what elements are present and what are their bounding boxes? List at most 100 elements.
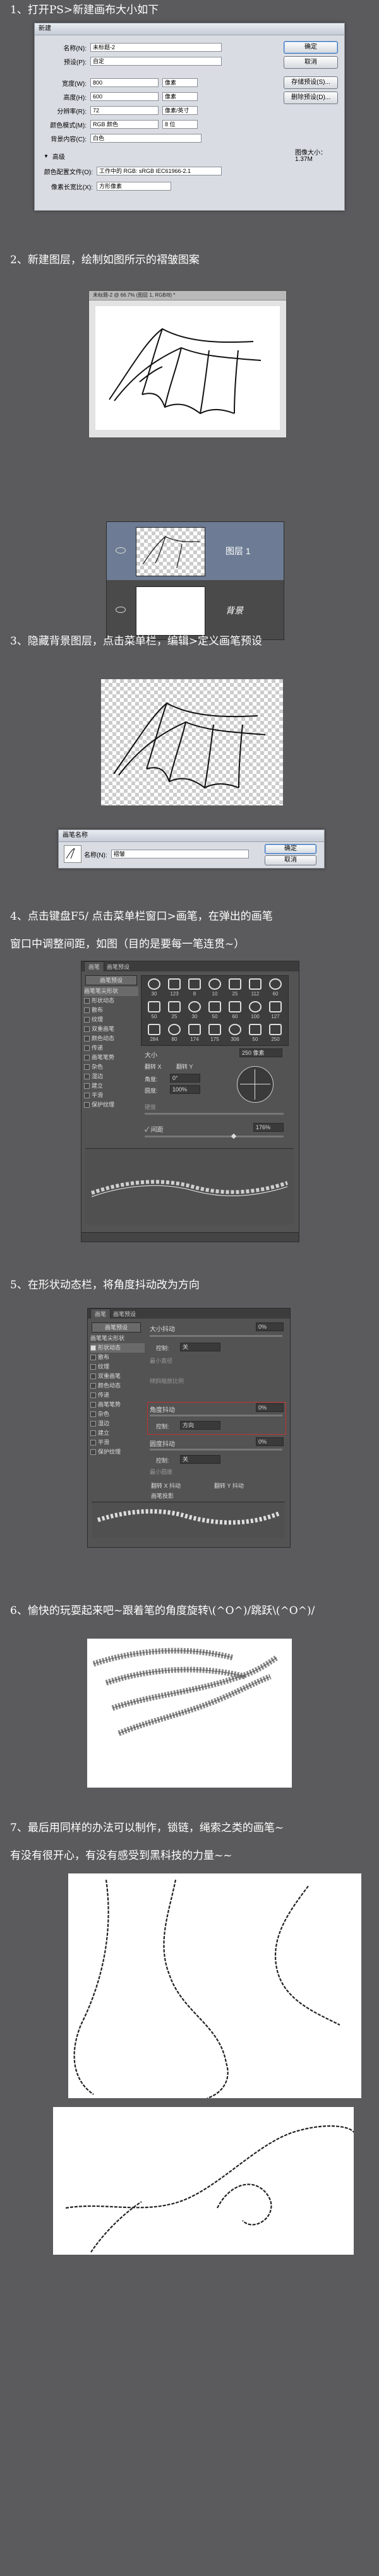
brush-name-input[interactable]: 褶皱 bbox=[111, 850, 249, 858]
angle-jitter-slider[interactable] bbox=[150, 1415, 282, 1416]
tab-brush-presets[interactable]: 画笔预设 bbox=[107, 963, 129, 971]
checkbox[interactable] bbox=[90, 1440, 96, 1445]
brush-tip-cell[interactable]: 100 bbox=[246, 1001, 264, 1021]
spacing-checkbox[interactable]: ✓ 间距 bbox=[145, 1124, 164, 1134]
checkbox[interactable] bbox=[90, 1421, 96, 1427]
brush-tip-cell[interactable]: 8 bbox=[186, 978, 203, 999]
list-item-build-up[interactable]: 建立 bbox=[84, 1081, 138, 1091]
size-jitter-input[interactable]: 0% bbox=[256, 1322, 284, 1331]
brush-tip-cell[interactable]: 80 bbox=[165, 1024, 183, 1044]
list-item-wet-edges[interactable]: 湿边 bbox=[84, 1072, 138, 1081]
brush-tip-cell[interactable]: 10 bbox=[206, 978, 224, 999]
background-select[interactable]: 白色 bbox=[90, 134, 202, 143]
checkbox[interactable] bbox=[84, 1102, 90, 1108]
checkbox[interactable] bbox=[90, 1383, 96, 1389]
width-input[interactable]: 800 bbox=[90, 78, 159, 87]
list-item-shape-dynamics[interactable]: 形状动态 bbox=[90, 1343, 145, 1353]
list-item-brush-pose[interactable]: 画笔笔势 bbox=[84, 1053, 138, 1062]
resolution-unit-select[interactable]: 像素/英寸 bbox=[162, 106, 198, 115]
color-mode-select[interactable]: RGB 颜色 bbox=[90, 120, 159, 129]
checkbox[interactable] bbox=[84, 1055, 90, 1060]
width-unit-select[interactable]: 像素 bbox=[162, 78, 198, 87]
list-item-dual-brush[interactable]: 双重画笔 bbox=[84, 1024, 138, 1034]
list-item-dual-brush[interactable]: 双重画笔 bbox=[90, 1372, 145, 1381]
brush-tip-cell[interactable]: 25 bbox=[226, 978, 244, 999]
roundness-input[interactable]: 100% bbox=[170, 1085, 200, 1094]
checkbox[interactable] bbox=[84, 1026, 90, 1032]
roundness-control-select[interactable]: 关 bbox=[180, 1455, 220, 1464]
rotating-brush-canvas[interactable] bbox=[87, 1639, 292, 1788]
brush-presets-button[interactable]: 画笔预设 bbox=[92, 1322, 141, 1333]
flip-y-jitter-checkbox[interactable]: 翻转 Y 抖动 bbox=[214, 1481, 244, 1490]
list-item-texture[interactable]: 纹理 bbox=[84, 1015, 138, 1024]
brush-tip-cell[interactable]: 50 bbox=[246, 1024, 264, 1044]
brush-presets-button[interactable]: 画笔预设 bbox=[85, 975, 137, 985]
list-item-smoothing[interactable]: 平滑 bbox=[84, 1091, 138, 1100]
height-unit-select[interactable]: 像素 bbox=[162, 92, 198, 101]
list-item-protect-texture[interactable]: 保护纹理 bbox=[90, 1447, 145, 1457]
preset-select[interactable]: 自定 bbox=[90, 57, 222, 66]
list-item-transfer[interactable]: 传递 bbox=[90, 1391, 145, 1400]
layer-row-1[interactable]: 图层 1 bbox=[107, 522, 284, 580]
spacing-slider[interactable] bbox=[145, 1136, 284, 1137]
size-input[interactable]: 250 像素 bbox=[239, 1048, 282, 1057]
brush-tip-cell[interactable]: 60 bbox=[267, 978, 284, 999]
cancel-button[interactable]: 取消 bbox=[284, 56, 338, 69]
roundness-jitter-slider[interactable] bbox=[150, 1449, 282, 1451]
brush-tip-cell[interactable]: 175 bbox=[206, 1024, 224, 1044]
size-jitter-slider[interactable] bbox=[150, 1335, 282, 1337]
flip-y-checkbox[interactable]: 翻转 Y bbox=[176, 1062, 193, 1071]
canvas[interactable] bbox=[95, 306, 280, 430]
list-item-tip-shape[interactable]: 画笔笔尖形状 bbox=[84, 987, 138, 996]
list-item-scattering[interactable]: 散布 bbox=[84, 1006, 138, 1015]
tab-brush-presets[interactable]: 画笔预设 bbox=[113, 1310, 136, 1318]
checkbox[interactable] bbox=[90, 1345, 96, 1351]
checkbox[interactable] bbox=[90, 1430, 96, 1436]
flip-x-jitter-checkbox[interactable]: 翻转 X 抖动 bbox=[151, 1481, 181, 1490]
checkbox[interactable] bbox=[84, 1083, 90, 1089]
advanced-toggle-icon[interactable]: ▼ bbox=[44, 153, 49, 159]
eye-icon[interactable] bbox=[116, 547, 126, 554]
hardness-slider[interactable] bbox=[145, 1113, 284, 1115]
brush-tip-cell[interactable]: 50 bbox=[206, 1001, 224, 1021]
projection-checkbox[interactable]: 画笔投影 bbox=[151, 1492, 174, 1500]
roundness-jitter-input[interactable]: 0% bbox=[256, 1437, 284, 1446]
checkbox[interactable] bbox=[84, 1093, 90, 1098]
aspect-select[interactable]: 方形像素 bbox=[97, 182, 171, 191]
chain-brush-canvas[interactable] bbox=[68, 1873, 361, 2098]
list-item-transfer[interactable]: 传递 bbox=[84, 1043, 138, 1053]
brush-tip-cell[interactable]: 112 bbox=[246, 978, 264, 999]
list-item-color-dynamics[interactable]: 颜色动态 bbox=[90, 1381, 145, 1391]
ok-button[interactable]: 确定 bbox=[284, 41, 338, 54]
checkbox[interactable] bbox=[90, 1355, 96, 1360]
list-item-scattering[interactable]: 散布 bbox=[90, 1353, 145, 1362]
list-item-texture[interactable]: 纹理 bbox=[90, 1362, 145, 1372]
size-control-select[interactable]: 关 bbox=[180, 1343, 220, 1351]
checkbox[interactable] bbox=[84, 1074, 90, 1079]
spacing-input[interactable]: 176% bbox=[253, 1123, 284, 1132]
profile-select[interactable]: 工作中的 RGB: sRGB IEC61966-2.1 bbox=[97, 167, 222, 175]
tab-brush[interactable]: 画笔 bbox=[90, 1309, 111, 1319]
checkbox[interactable] bbox=[84, 1007, 90, 1013]
flip-x-checkbox[interactable]: 翻转 X bbox=[145, 1062, 162, 1071]
brush-tip-cell[interactable]: 174 bbox=[186, 1024, 203, 1044]
checkbox[interactable] bbox=[84, 998, 90, 1004]
brush-name-cancel-button[interactable]: 取消 bbox=[265, 855, 316, 865]
list-item-noise[interactable]: 杂色 bbox=[84, 1062, 138, 1072]
list-item-tip-shape[interactable]: 画笔笔尖形状 bbox=[90, 1334, 145, 1343]
angle-jitter-input[interactable]: 0% bbox=[256, 1403, 284, 1412]
tab-brush[interactable]: 画笔 bbox=[84, 961, 105, 971]
list-item-wet-edges[interactable]: 湿边 bbox=[90, 1419, 145, 1428]
checkbox[interactable] bbox=[90, 1374, 96, 1379]
brush-tip-cell[interactable]: 60 bbox=[226, 1001, 244, 1021]
brush-tip-cell[interactable]: 30 bbox=[145, 978, 163, 999]
list-item-build-up[interactable]: 建立 bbox=[90, 1428, 145, 1438]
brush-name-ok-button[interactable]: 确定 bbox=[265, 844, 316, 854]
height-input[interactable]: 600 bbox=[90, 92, 159, 101]
brush-tip-cell[interactable]: 306 bbox=[226, 1024, 244, 1044]
name-input[interactable]: 未标题-2 bbox=[90, 43, 222, 52]
brush-tip-cell[interactable]: 30 bbox=[186, 1001, 203, 1021]
checkbox[interactable] bbox=[84, 1045, 90, 1051]
checkbox[interactable] bbox=[90, 1411, 96, 1417]
transparent-canvas[interactable] bbox=[101, 679, 283, 805]
